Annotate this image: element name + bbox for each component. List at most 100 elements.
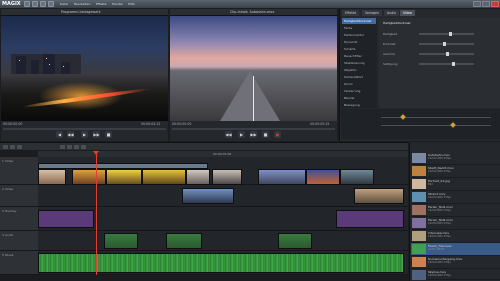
source-monitor-video[interactable] <box>170 16 337 121</box>
slider-knob[interactable] <box>446 52 449 56</box>
effect-item[interactable]: Zoom <box>342 81 376 87</box>
track-header-3[interactable]: 3 Overlay <box>0 207 38 231</box>
menu-file[interactable]: Datei <box>60 2 68 6</box>
effect-item[interactable]: Stabilisierung <box>342 60 376 66</box>
saturation-slider[interactable] <box>419 62 474 66</box>
save-icon[interactable] <box>32 1 38 7</box>
media-item[interactable]: Ferien_Teil1.mov 1920x1080 25fps <box>411 204 500 217</box>
open-icon[interactable] <box>24 1 30 7</box>
effect-item[interactable]: Schärfe <box>342 46 376 52</box>
tab-video[interactable]: Video <box>400 10 415 16</box>
effect-item[interactable]: Dynamik <box>342 39 376 45</box>
media-item[interactable]: Stadt_Nacht.mov 1920x1080 25fps <box>411 165 500 178</box>
video-clip[interactable] <box>258 169 306 185</box>
media-item[interactable]: Interview.mov 1920x1080 25fps <box>411 230 500 243</box>
audio-track[interactable] <box>38 231 408 251</box>
contrast-slider[interactable] <box>419 42 474 46</box>
effect-item[interactable]: Blende <box>342 95 376 101</box>
link-icon[interactable] <box>67 145 72 149</box>
rewind-button[interactable]: ◀◀ <box>67 131 74 138</box>
effect-item[interactable]: Helligkeit/Kontrast <box>342 18 376 24</box>
effect-item[interactable]: Farbe <box>342 25 376 31</box>
effect-item[interactable]: Rauschfilter <box>342 53 376 59</box>
gamma-slider[interactable] <box>419 52 474 56</box>
maximize-button[interactable] <box>482 1 490 7</box>
video-clip[interactable] <box>340 169 374 185</box>
menu-effects[interactable]: Effekte <box>96 2 107 6</box>
slider-knob[interactable] <box>449 32 452 36</box>
tab-audio[interactable]: Audio <box>384 10 400 16</box>
program-scrub-bar[interactable] <box>3 128 166 130</box>
source-scrub-bar[interactable] <box>172 128 335 130</box>
cut-tool-icon[interactable] <box>10 145 15 149</box>
marker-icon[interactable] <box>74 145 79 149</box>
undo-icon[interactable] <box>40 1 46 7</box>
clip-title-bar[interactable] <box>38 163 208 169</box>
tab-effects[interactable]: Effekte <box>342 10 360 16</box>
track-header-5[interactable]: 5 Musik <box>0 251 38 275</box>
media-item[interactable]: Musik_Titel.wav Audio 48kHz <box>411 243 500 256</box>
effect-item[interactable]: Bewegung <box>342 102 376 108</box>
video-clip[interactable] <box>212 169 242 185</box>
pointer-tool-icon[interactable] <box>3 145 8 149</box>
media-item[interactable]: Skyline.mov 1920x1080 25fps <box>411 269 500 280</box>
effect-item[interactable]: Kamerafahrt <box>342 74 376 80</box>
source-forward-button[interactable]: ▶▶ <box>250 131 257 138</box>
keyframe-marker[interactable] <box>450 122 456 128</box>
audio-clip[interactable] <box>278 233 312 249</box>
forward-button[interactable]: ▶▶ <box>93 131 100 138</box>
zoom-tool-icon[interactable] <box>17 145 22 149</box>
tab-templates[interactable]: Vorlagen <box>362 10 383 16</box>
video-clip[interactable] <box>182 188 234 204</box>
source-stop-button[interactable]: ■ <box>262 131 269 138</box>
redo-icon[interactable] <box>48 1 54 7</box>
slider-knob[interactable] <box>452 62 455 66</box>
effect-item[interactable]: Farbkorrektur <box>342 32 376 38</box>
video-track-2[interactable] <box>38 185 408 207</box>
prev-frame-button[interactable]: ◀ <box>56 131 63 138</box>
video-clip[interactable] <box>106 169 142 185</box>
snap-icon[interactable] <box>60 145 65 149</box>
video-clip[interactable] <box>142 169 186 185</box>
audio-clip[interactable] <box>166 233 202 249</box>
menu-window[interactable]: Fenster <box>112 2 123 6</box>
video-clip[interactable] <box>72 169 106 185</box>
brightness-slider[interactable] <box>419 32 474 36</box>
video-clip[interactable] <box>354 188 404 204</box>
video-clip[interactable] <box>186 169 210 185</box>
source-rewind-button[interactable]: ◀◀ <box>225 131 232 138</box>
minimize-button[interactable] <box>473 1 481 7</box>
record-button[interactable]: ● <box>274 131 281 138</box>
media-item[interactable]: Sonnenuntergang.mov 1920x1080 25fps <box>411 256 500 269</box>
overlay-clip[interactable] <box>38 210 94 228</box>
media-item[interactable]: Autobahn.mov 1920x1080 25fps <box>411 152 500 165</box>
music-track[interactable] <box>38 251 408 275</box>
keyframe-area[interactable] <box>341 109 500 139</box>
trim-icon[interactable] <box>81 145 86 149</box>
video-track-1[interactable] <box>38 157 408 185</box>
effect-item[interactable]: Objektiv <box>342 67 376 73</box>
overlay-track[interactable] <box>38 207 408 231</box>
playhead[interactable] <box>96 151 97 275</box>
playhead-handle[interactable] <box>93 151 99 155</box>
music-clip[interactable] <box>38 253 404 273</box>
close-button[interactable] <box>491 1 499 7</box>
menu-help[interactable]: Hilfe <box>128 2 135 6</box>
menu-edit[interactable]: Bearbeiten <box>74 2 90 6</box>
overlay-clip[interactable] <box>336 210 404 228</box>
media-item[interactable]: Strand.mov 1920x1080 25fps <box>411 191 500 204</box>
media-item[interactable]: Ferien_Teil2.mov 1920x1080 25fps <box>411 217 500 230</box>
stop-button[interactable]: ■ <box>105 131 112 138</box>
video-clip[interactable] <box>38 169 66 185</box>
slider-knob[interactable] <box>443 42 446 46</box>
track-header-2[interactable]: 2 Video <box>0 185 38 207</box>
media-item[interactable]: Portrait_01.jpg Bild <box>411 178 500 191</box>
video-clip[interactable] <box>306 169 340 185</box>
program-monitor-video[interactable] <box>1 16 168 121</box>
source-play-button[interactable]: ▶ <box>238 131 245 138</box>
effect-item[interactable]: Verzerrung <box>342 88 376 94</box>
track-header-1[interactable]: 1 Video <box>0 157 38 185</box>
audio-clip[interactable] <box>104 233 138 249</box>
play-button[interactable]: ▶ <box>81 131 88 138</box>
keyframe-marker[interactable] <box>400 114 406 120</box>
